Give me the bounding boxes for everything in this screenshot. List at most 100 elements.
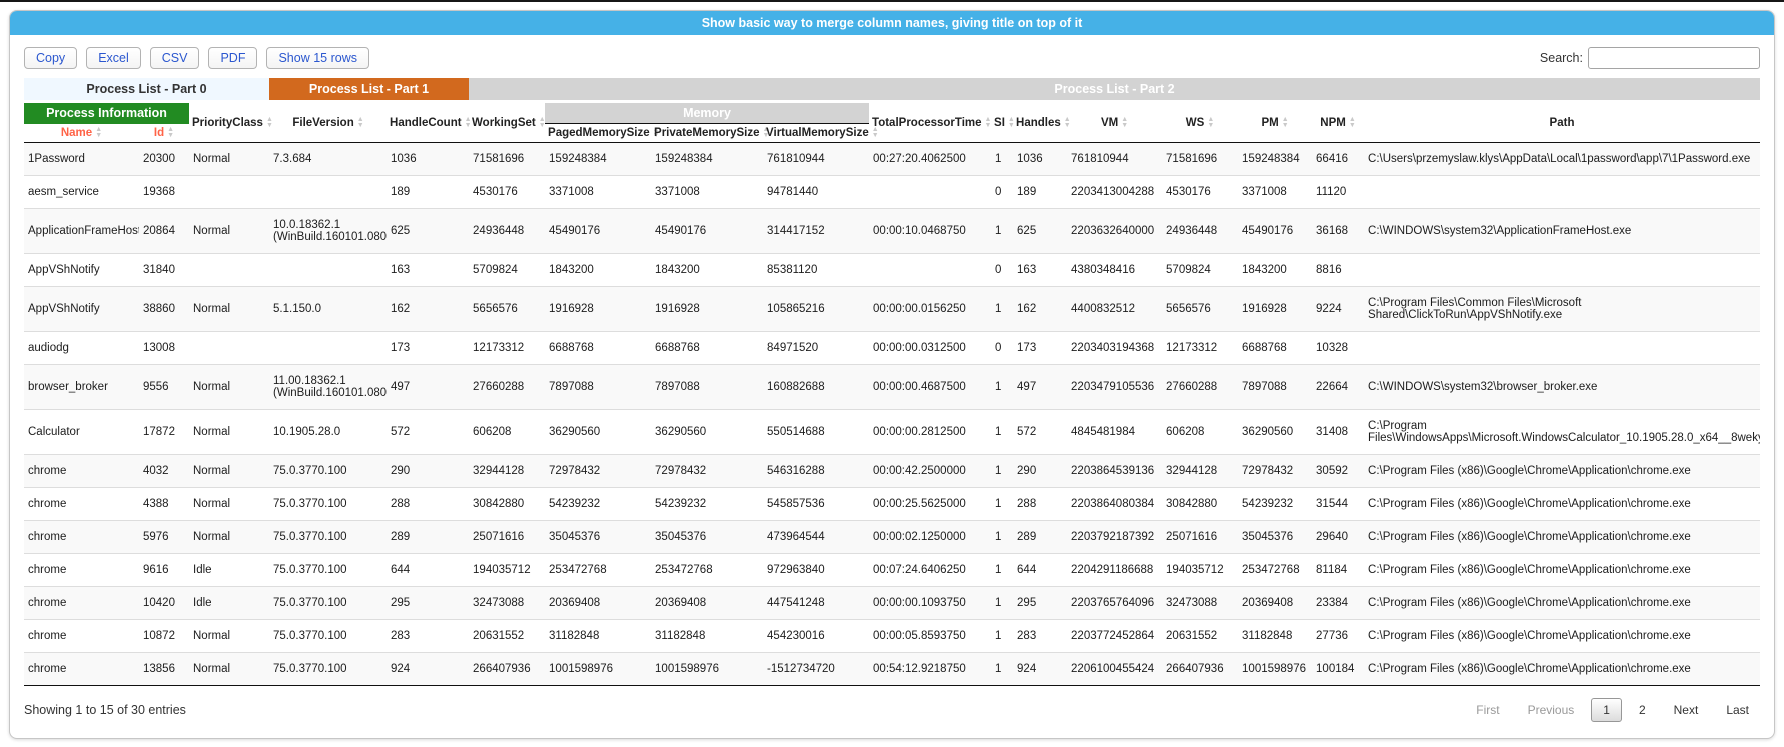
column-header-name[interactable]: Name▲▼ (24, 124, 139, 143)
cell-handle_count: 1036 (387, 143, 469, 176)
cell-si: 0 (991, 176, 1013, 209)
table-row[interactable]: Calculator17872Normal10.1905.28.05726062… (24, 410, 1760, 455)
table-row[interactable]: chrome9616Idle75.0.3770.1006441940357122… (24, 554, 1760, 587)
cell-handle_count: 924 (387, 653, 469, 686)
cell-private_memory_size: 72978432 (651, 455, 763, 488)
cell-file_version: 75.0.3770.100 (269, 587, 387, 620)
cell-vm: 2203765764096 (1067, 587, 1162, 620)
cell-priority_class: Normal (189, 521, 269, 554)
cell-pm: 20369408 (1238, 587, 1312, 620)
column-header-path[interactable]: Path (1364, 102, 1760, 143)
csv-button[interactable]: CSV (150, 47, 200, 69)
cell-priority_class: Normal (189, 287, 269, 332)
column-header-ws[interactable]: WS▲▼ (1162, 102, 1238, 143)
cell-working_set: 194035712 (469, 554, 545, 587)
table-row[interactable]: 1Password20300Normal7.3.6841036715816961… (24, 143, 1760, 176)
pagination: First Previous 1 2 Next Last (1459, 698, 1760, 722)
pagination-page-1[interactable]: 1 (1591, 698, 1622, 722)
cell-virtual_memory_size: 314417152 (763, 209, 869, 254)
cell-vm: 2203632640000 (1067, 209, 1162, 254)
table-row[interactable]: browser_broker9556Normal11.00.18362.1 (W… (24, 365, 1760, 410)
cell-path: C:\Program Files (x86)\Google\Chrome\App… (1364, 587, 1760, 620)
cell-vm: 2203403194368 (1067, 332, 1162, 365)
sort-icon: ▲▼ (266, 117, 273, 129)
cell-path: C:\Program Files (x86)\Google\Chrome\App… (1364, 455, 1760, 488)
cell-total_processor_time: 00:00:02.1250000 (869, 521, 991, 554)
pagination-previous[interactable]: Previous (1517, 699, 1586, 721)
cell-private_memory_size: 6688768 (651, 332, 763, 365)
cell-priority_class (189, 254, 269, 287)
column-header-handles[interactable]: Handles▲▼ (1013, 102, 1067, 143)
cell-handle_count: 163 (387, 254, 469, 287)
cell-paged_memory_size: 45490176 (545, 209, 651, 254)
cell-npm: 9224 (1312, 287, 1364, 332)
cell-vm: 4380348416 (1067, 254, 1162, 287)
column-header-npm[interactable]: NPM▲▼ (1312, 102, 1364, 143)
table-row[interactable]: AppVShNotify38860Normal5.1.150.016256565… (24, 287, 1760, 332)
pagination-last[interactable]: Last (1715, 699, 1760, 721)
cell-npm: 22664 (1312, 365, 1364, 410)
column-header-id[interactable]: Id▲▼ (139, 124, 189, 143)
column-header-totalprocessortime[interactable]: TotalProcessorTime▲▼ (869, 102, 991, 143)
column-header-pagedmemorysize[interactable]: PagedMemorySize▲▼ (545, 124, 651, 143)
pagination-next[interactable]: Next (1663, 699, 1710, 721)
cell-handle_count: 497 (387, 365, 469, 410)
show-rows-button[interactable]: Show 15 rows (266, 47, 369, 69)
table-row[interactable]: chrome4388Normal75.0.3770.10028830842880… (24, 488, 1760, 521)
pdf-button[interactable]: PDF (208, 47, 257, 69)
pagination-page-2[interactable]: 2 (1628, 699, 1657, 721)
table-row[interactable]: ApplicationFrameHost20864Normal10.0.1836… (24, 209, 1760, 254)
cell-si: 1 (991, 488, 1013, 521)
cell-path: C:\Program Files\Common Files\Microsoft … (1364, 287, 1760, 332)
cell-path: C:\Program Files (x86)\Google\Chrome\App… (1364, 653, 1760, 686)
excel-button[interactable]: Excel (86, 47, 141, 69)
cell-si: 1 (991, 455, 1013, 488)
table-row[interactable]: chrome13856Normal75.0.3770.1009242664079… (24, 653, 1760, 686)
table-row[interactable]: chrome10420Idle75.0.3770.100295324730882… (24, 587, 1760, 620)
table-row[interactable]: audiodg130081731217331266887686688768849… (24, 332, 1760, 365)
cell-paged_memory_size: 7897088 (545, 365, 651, 410)
sort-icon: ▲▼ (539, 117, 546, 129)
cell-pm: 159248384 (1238, 143, 1312, 176)
table-row[interactable]: aesm_service1936818945301763371008337100… (24, 176, 1760, 209)
column-header-virtualmemorysize[interactable]: VirtualMemorySize▲▼ (763, 124, 869, 143)
cell-paged_memory_size: 3371008 (545, 176, 651, 209)
column-header-workingset[interactable]: WorkingSet▲▼ (469, 102, 545, 143)
cell-working_set: 32473088 (469, 587, 545, 620)
cell-path: C:\WINDOWS\system32\browser_broker.exe (1364, 365, 1760, 410)
cell-handles: 288 (1013, 488, 1067, 521)
table-row[interactable]: AppVShNotify3184016357098241843200184320… (24, 254, 1760, 287)
column-header-privatememorysize[interactable]: PrivateMemorySize▲▼ (651, 124, 763, 143)
pagination-first[interactable]: First (1465, 699, 1510, 721)
copy-button[interactable]: Copy (24, 47, 77, 69)
column-header-pm[interactable]: PM▲▼ (1238, 102, 1312, 143)
cell-virtual_memory_size: 160882688 (763, 365, 869, 410)
table-row[interactable]: chrome5976Normal75.0.3770.10028925071616… (24, 521, 1760, 554)
cell-total_processor_time: 00:00:25.5625000 (869, 488, 991, 521)
cell-name: AppVShNotify (24, 254, 139, 287)
column-header-priorityclass[interactable]: PriorityClass▲▼ (189, 102, 269, 143)
cell-path (1364, 176, 1760, 209)
search-input[interactable] (1588, 47, 1760, 69)
table-row[interactable]: chrome4032Normal75.0.3770.10029032944128… (24, 455, 1760, 488)
cell-total_processor_time (869, 254, 991, 287)
cell-virtual_memory_size: 546316288 (763, 455, 869, 488)
cell-ws: 5709824 (1162, 254, 1238, 287)
cell-ws: 27660288 (1162, 365, 1238, 410)
cell-pm: 72978432 (1238, 455, 1312, 488)
table-row[interactable]: chrome10872Normal75.0.3770.1002832063155… (24, 620, 1760, 653)
cell-private_memory_size: 3371008 (651, 176, 763, 209)
cell-pm: 7897088 (1238, 365, 1312, 410)
cell-handle_count: 289 (387, 521, 469, 554)
cell-npm: 81184 (1312, 554, 1364, 587)
cell-file_version: 5.1.150.0 (269, 287, 387, 332)
column-header-si[interactable]: SI▲▼ (991, 102, 1013, 143)
cell-total_processor_time (869, 176, 991, 209)
cell-total_processor_time: 00:27:20.4062500 (869, 143, 991, 176)
column-header-vm[interactable]: VM▲▼ (1067, 102, 1162, 143)
cell-ws: 32944128 (1162, 455, 1238, 488)
column-header-fileversion[interactable]: FileVersion▲▼ (269, 102, 387, 143)
cell-priority_class: Normal (189, 455, 269, 488)
column-header-handlecount[interactable]: HandleCount▲▼ (387, 102, 469, 143)
cell-working_set: 71581696 (469, 143, 545, 176)
